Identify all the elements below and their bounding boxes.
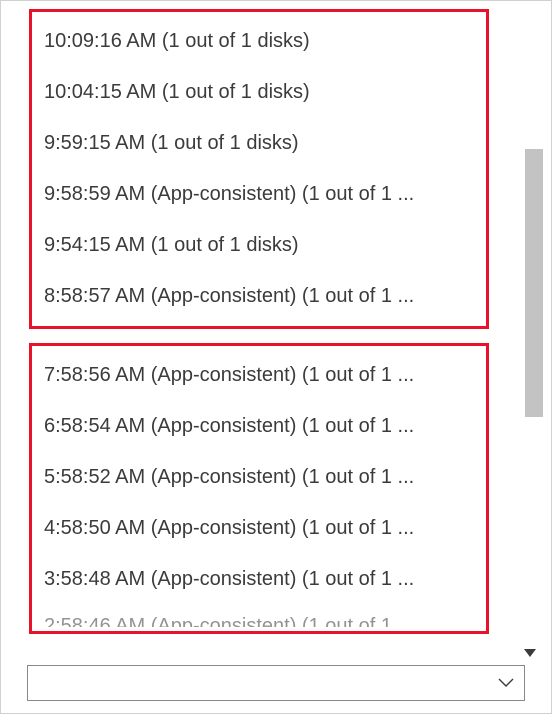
list-item[interactable]: 8:58:57 AM (App-consistent) (1 out of 1 …: [40, 271, 478, 322]
highlight-group-2: 7:58:56 AM (App-consistent) (1 out of 1 …: [29, 343, 489, 634]
recovery-points-list: 10:09:16 AM (1 out of 1 disks) 10:04:15 …: [29, 9, 489, 635]
list-item[interactable]: 2:58:46 AM (App-consistent) (1 out of 1 …: [40, 605, 478, 627]
list-item[interactable]: 10:04:15 AM (1 out of 1 disks): [40, 67, 478, 118]
chevron-down-icon: [498, 678, 514, 688]
highlight-group-1: 10:09:16 AM (1 out of 1 disks) 10:04:15 …: [29, 9, 489, 329]
list-item[interactable]: 7:58:56 AM (App-consistent) (1 out of 1 …: [40, 350, 478, 401]
scroll-down-arrow[interactable]: [517, 643, 543, 663]
list-item[interactable]: 4:58:50 AM (App-consistent) (1 out of 1 …: [40, 503, 478, 554]
list-item[interactable]: 6:58:54 AM (App-consistent) (1 out of 1 …: [40, 401, 478, 452]
scrollbar-thumb[interactable]: [525, 149, 543, 417]
recovery-point-dropdown[interactable]: [27, 665, 525, 701]
list-item[interactable]: 5:58:52 AM (App-consistent) (1 out of 1 …: [40, 452, 478, 503]
list-item[interactable]: 9:59:15 AM (1 out of 1 disks): [40, 118, 478, 169]
list-item[interactable]: 3:58:48 AM (App-consistent) (1 out of 1 …: [40, 554, 478, 605]
list-item[interactable]: 9:54:15 AM (1 out of 1 disks): [40, 220, 478, 271]
list-item[interactable]: 9:58:59 AM (App-consistent) (1 out of 1 …: [40, 169, 478, 220]
list-item[interactable]: 10:09:16 AM (1 out of 1 disks): [40, 16, 478, 67]
